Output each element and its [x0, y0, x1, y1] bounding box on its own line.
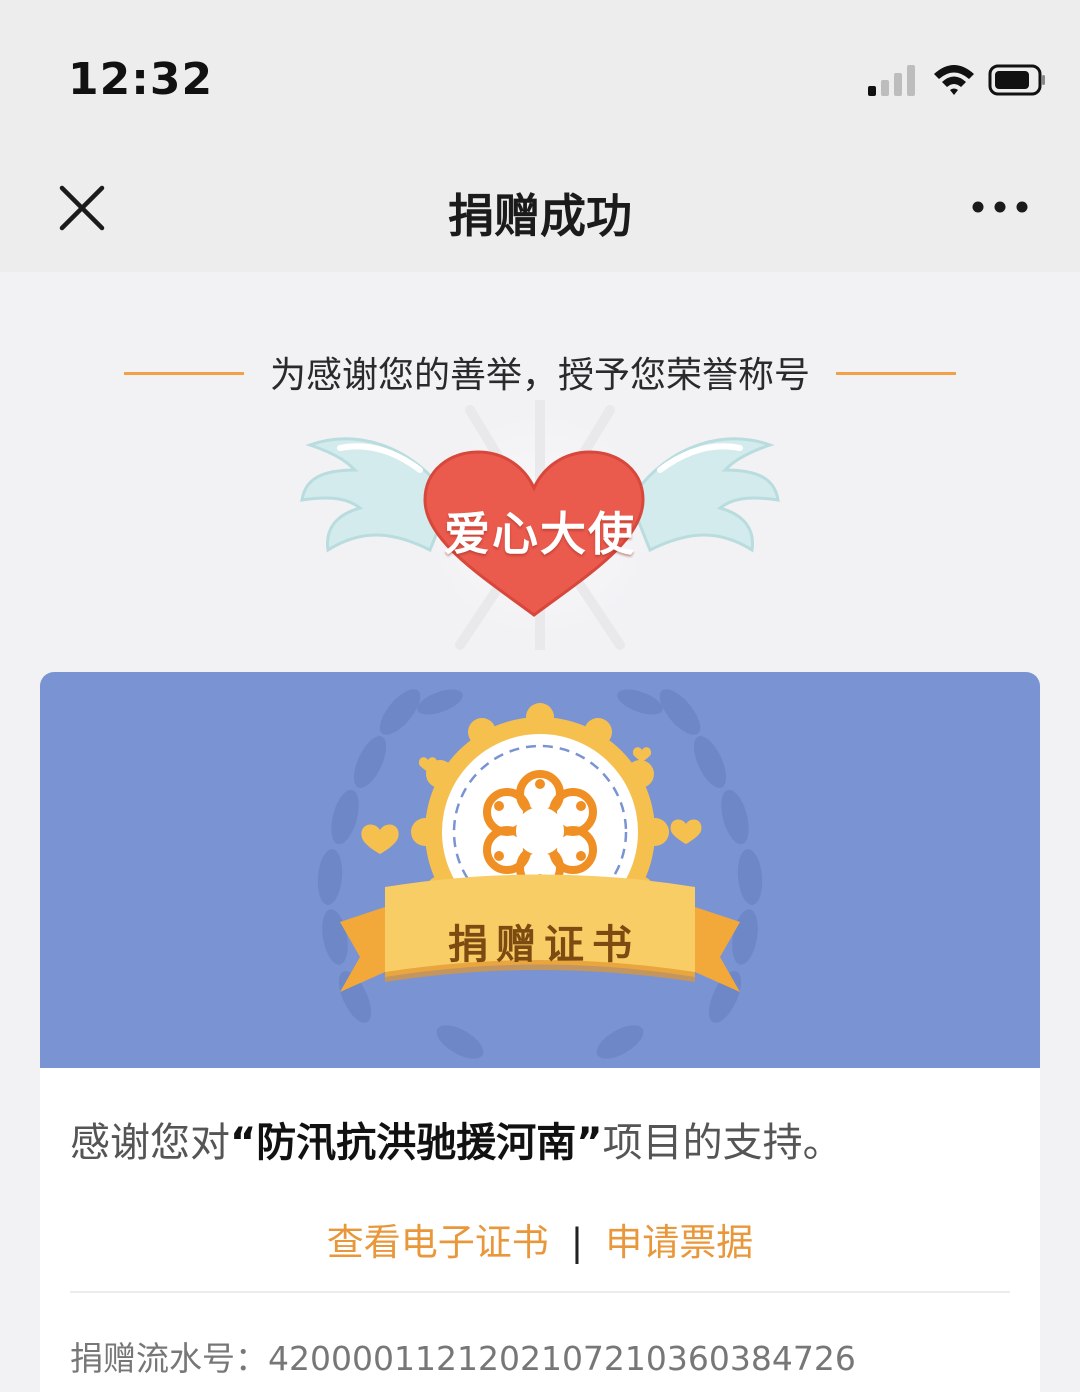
thanks-suffix: 项目的支持。: [602, 1120, 843, 1166]
divider: [70, 1291, 1010, 1293]
status-time: 12:32: [68, 54, 214, 105]
status-bar: 12:32: [0, 0, 1080, 150]
apply-invoice-link[interactable]: 申请票据: [605, 1221, 753, 1264]
more-button[interactable]: [970, 190, 1030, 224]
headline-right-rule: [836, 372, 956, 375]
view-certificate-link[interactable]: 查看电子证书: [327, 1221, 549, 1264]
cellular-signal-icon: [868, 65, 915, 96]
honor-badge: 爱心大使: [280, 390, 800, 660]
serial-row: 捐赠流水号：420000112120210721036038472‌6: [70, 1332, 856, 1380]
close-icon: [59, 185, 105, 231]
certificate-card: 捐赠证书 感谢您对“防汛抗洪驰援河南”项目的支持。 查看电子证书 | 申请票据 捐赠…: [40, 672, 1040, 1392]
wifi-icon: [934, 65, 974, 95]
close-button[interactable]: [56, 182, 108, 234]
certificate-banner: 捐赠证书: [40, 672, 1040, 1068]
page-title: 捐赠成功: [448, 189, 632, 243]
more-dots-icon: [972, 201, 1028, 213]
serial-number: 420000112120210721036038472‌6: [268, 1339, 856, 1378]
thanks-message: 感谢您对“防汛抗洪驰援河南”项目的支持。: [70, 1110, 1020, 1168]
badge-title: 爱心大使: [444, 507, 636, 561]
ribbon-label: 捐赠证书: [448, 922, 640, 968]
certificate-actions: 查看电子证书 | 申请票据: [40, 1212, 1040, 1266]
status-indicators-icon: [868, 64, 1045, 96]
action-separator: |: [570, 1221, 584, 1264]
status-icons: [846, 60, 1046, 100]
project-name: “防汛抗洪驰援河南”: [230, 1120, 603, 1166]
battery-icon: [988, 64, 1045, 96]
nav-bar: 捐赠成功: [0, 150, 1080, 272]
serial-label: 捐赠流水号：: [70, 1339, 268, 1378]
certificate-seal-icon: [317, 689, 763, 1059]
thanks-prefix: 感谢您对: [70, 1120, 230, 1166]
